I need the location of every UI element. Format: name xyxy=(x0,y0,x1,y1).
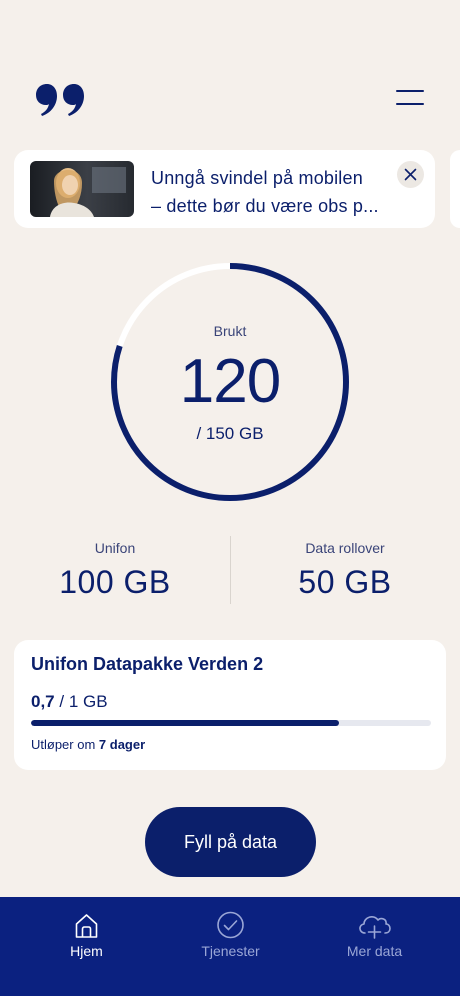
promo-card-next[interactable] xyxy=(450,150,460,228)
tab-more-data[interactable]: Mer data xyxy=(298,897,451,996)
tab-services-label: Tjenester xyxy=(201,943,260,959)
data-breakdown: Unifon 100 GB Data rollover 50 GB xyxy=(0,536,460,606)
quote-logo-icon xyxy=(36,84,84,116)
promo-card[interactable]: Unngå svindel på mobilen – dette bør du … xyxy=(14,150,435,228)
fill-data-button[interactable]: Fyll på data xyxy=(145,807,316,877)
rollover-label: Data rollover xyxy=(305,540,385,556)
unifon-stat: Unifon 100 GB xyxy=(0,536,230,601)
cloud-plus-icon xyxy=(359,915,391,939)
expiry-value: 7 dager xyxy=(98,737,146,752)
unifon-label: Unifon xyxy=(94,540,136,556)
home-icon xyxy=(75,914,98,938)
package-progress-bar xyxy=(31,720,431,726)
rollover-stat: Data rollover 50 GB xyxy=(230,536,460,601)
tab-more-data-label: Mer data xyxy=(346,943,403,959)
tab-home[interactable]: Hjem xyxy=(10,897,163,996)
close-icon[interactable] xyxy=(397,161,424,188)
used-value: 120 xyxy=(179,347,281,416)
used-total: / 150 GB xyxy=(196,424,264,443)
data-package-card[interactable]: Unifon Datapakke Verden 2 0,7 / 1 GB Utl… xyxy=(14,640,446,770)
package-used: 0,7 xyxy=(31,692,55,711)
used-label: Brukt xyxy=(213,323,247,339)
check-circle-icon xyxy=(217,911,244,939)
package-usage: 0,7 / 1 GB xyxy=(31,692,108,712)
expiry-prefix: Utløper om xyxy=(31,737,96,752)
package-total: / 1 GB xyxy=(59,692,108,711)
promo-text-line-2: – dette bør du være obs p... xyxy=(151,196,379,216)
tab-services[interactable]: Tjenester xyxy=(154,897,307,996)
package-expiry: Utløper om 7 dager xyxy=(31,737,145,752)
promo-image xyxy=(30,161,134,217)
promo-text-line-1: Unngå svindel på mobilen xyxy=(151,168,363,188)
unifon-value: 100 GB xyxy=(59,564,171,600)
package-title: Unifon Datapakke Verden 2 xyxy=(31,654,264,674)
hamburger-menu-icon[interactable] xyxy=(392,86,428,112)
tab-bar: Hjem Tjenester Mer data xyxy=(0,897,460,996)
package-progress-fill xyxy=(31,720,339,726)
tab-home-label: Hjem xyxy=(70,943,103,959)
rollover-value: 50 GB xyxy=(298,564,392,600)
